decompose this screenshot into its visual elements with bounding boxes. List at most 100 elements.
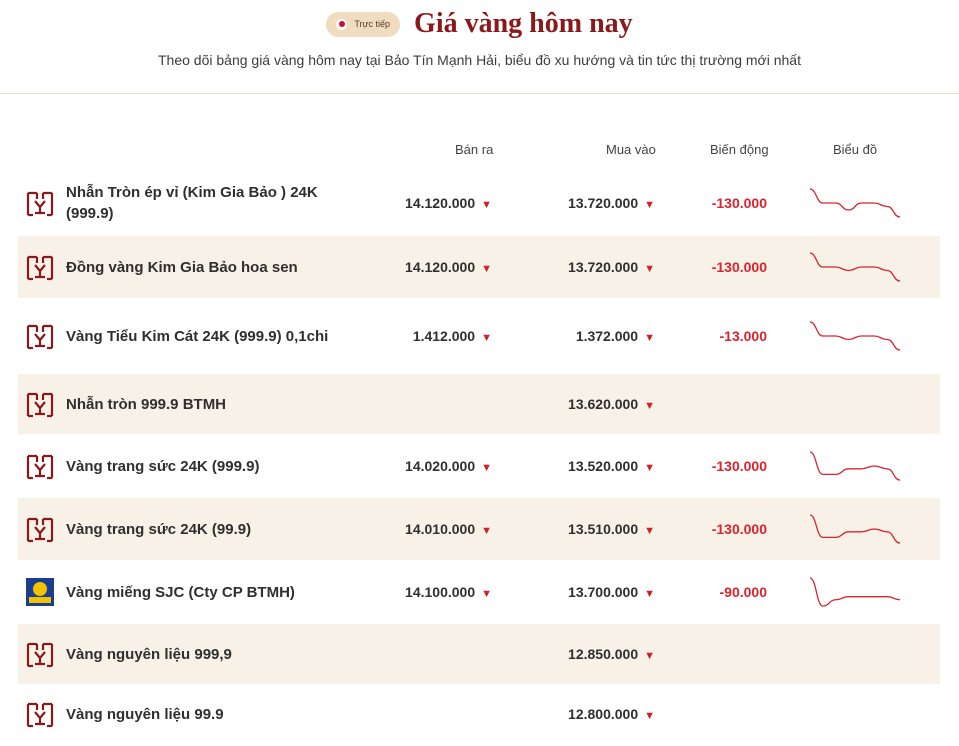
sell-price: 14.120.000 ▼ — [405, 195, 492, 211]
column-header-buy: Mua vào — [606, 142, 656, 157]
table-row[interactable]: Đồng vàng Kim Gia Bảo hoa sen 14.120.000 ▼… — [18, 236, 940, 298]
down-triangle-icon: ▼ — [644, 650, 655, 662]
sparkline-chart — [809, 252, 901, 282]
down-triangle-icon: ▼ — [644, 462, 655, 474]
buy-price-value: 13.720.000 — [568, 195, 639, 211]
sell-price-value: 14.120.000 — [405, 195, 476, 211]
table-header: Bán ra Mua vào Biến động Biểu đồ — [18, 130, 940, 170]
sparkline-chart — [809, 451, 901, 481]
btmh-logo-icon — [26, 640, 54, 668]
table-row[interactable]: Nhẫn tròn 999.9 BTMH 13.620.000 ▼ — [18, 374, 940, 434]
table-row[interactable]: Vàng trang sức 24K (99.9) 14.010.000 ▼ 13.5… — [18, 498, 940, 560]
sparkline-chart — [809, 514, 901, 544]
page-title: Giá vàng hôm nay — [414, 8, 633, 39]
sparkline-path — [809, 188, 901, 218]
product-name: Vàng trang sức 24K (999.9) — [66, 457, 260, 475]
down-triangle-icon: ▼ — [644, 199, 655, 211]
page-subtitle: Theo dõi bảng giá vàng hôm nay tại Bảo T… — [158, 52, 801, 68]
down-triangle-icon: ▼ — [644, 400, 655, 412]
sell-price: 14.120.000 ▼ — [405, 259, 492, 275]
down-triangle-icon: ▼ — [481, 525, 492, 537]
table-body: Nhẫn Tròn ép vỉ (Kim Gia Bảo ) 24K (999.… — [18, 170, 940, 744]
buy-price-value: 12.850.000 — [568, 646, 639, 662]
title-row: Trực tiếp Giá vàng hôm nay — [0, 8, 959, 40]
buy-price: 13.510.000 ▼ — [568, 521, 655, 537]
product-name: Vàng trang sức 24K (99.9) — [66, 520, 252, 538]
buy-price: 13.700.000 ▼ — [568, 584, 655, 600]
live-badge[interactable]: Trực tiếp — [326, 11, 401, 37]
sparkline-path — [809, 321, 901, 351]
buy-price: 12.850.000 ▼ — [568, 646, 655, 662]
btmh-logo-icon — [26, 189, 54, 217]
buy-price-value: 12.800.000 — [568, 706, 639, 722]
table-row[interactable]: Vàng nguyên liệu 99.9 12.800.000 ▼ — [18, 684, 940, 744]
sell-price: 1.412.000 ▼ — [413, 328, 492, 344]
page-header: Trực tiếp Giá vàng hôm nay Theo dõi bảng… — [0, 0, 959, 94]
down-triangle-icon: ▼ — [481, 332, 492, 344]
buy-price-value: 13.520.000 — [568, 458, 639, 474]
sparkline-path — [809, 514, 901, 544]
down-triangle-icon: ▼ — [644, 332, 655, 344]
table-row[interactable]: Vàng Tiểu Kim Cát 24K (999.9) 0,1chi 1.41… — [18, 298, 940, 374]
sell-price-value: 14.100.000 — [405, 584, 476, 600]
sparkline-path — [809, 451, 901, 481]
price-change: -13.000 — [719, 328, 767, 344]
product-name: Vàng Tiểu Kim Cát 24K (999.9) 0,1chi — [66, 327, 329, 345]
product-name: Nhẫn tròn 999.9 BTMH — [66, 395, 227, 413]
buy-price-value: 1.372.000 — [575, 328, 639, 344]
down-triangle-icon: ▼ — [481, 199, 492, 211]
buy-price-value: 13.700.000 — [568, 584, 639, 600]
btmh-logo-icon — [26, 390, 54, 418]
sparkline-path — [809, 577, 901, 607]
table-row[interactable]: Vàng miếng SJC (Cty CP BTMH) 14.100.000 ▼ 1… — [18, 560, 940, 624]
sjc-logo-icon — [26, 578, 54, 606]
sell-price-value: 14.020.000 — [405, 458, 476, 474]
table-row[interactable]: Vàng nguyên liệu 999,9 12.850.000 ▼ — [18, 624, 940, 684]
btmh-logo-icon — [26, 322, 54, 350]
btmh-logo-icon — [26, 253, 54, 281]
live-dot-icon — [336, 18, 348, 30]
column-header-change: Biến động — [710, 142, 769, 157]
down-triangle-icon: ▼ — [481, 588, 492, 600]
sell-price: 14.010.000 ▼ — [405, 521, 492, 537]
buy-price: 13.620.000 ▼ — [568, 396, 655, 412]
price-change: -130.000 — [711, 521, 767, 537]
sparkline-chart — [809, 321, 901, 351]
down-triangle-icon: ▼ — [644, 525, 655, 537]
down-triangle-icon: ▼ — [481, 263, 492, 275]
buy-price-value: 13.620.000 — [568, 396, 639, 412]
sell-price-value: 14.010.000 — [405, 521, 476, 537]
down-triangle-icon: ▼ — [644, 263, 655, 275]
product-name: Nhẫn Tròn ép vỉ (Kim Gia Bảo ) 24K (999.… — [66, 184, 318, 222]
price-change: -90.000 — [719, 584, 767, 600]
product-name: Đồng vàng Kim Gia Bảo hoa sen — [66, 258, 298, 276]
buy-price-value: 13.720.000 — [568, 259, 639, 275]
buy-price: 1.372.000 ▼ — [576, 328, 655, 344]
table-row[interactable]: Nhẫn Tròn ép vỉ (Kim Gia Bảo ) 24K (999.… — [18, 170, 940, 236]
product-name: Vàng miếng SJC (Cty CP BTMH) — [66, 583, 295, 601]
buy-price: 13.720.000 ▼ — [568, 195, 655, 211]
product-name: Vàng nguyên liệu 999,9 — [66, 645, 232, 663]
sparkline-chart — [809, 188, 901, 218]
sell-price: 14.100.000 ▼ — [405, 584, 492, 600]
product-name: Vàng nguyên liệu 99.9 — [66, 705, 224, 723]
btmh-logo-icon — [26, 515, 54, 543]
sell-price: 14.020.000 ▼ — [405, 458, 492, 474]
gold-price-table: Bán ra Mua vào Biến động Biểu đồ Nhẫn Tr… — [18, 130, 940, 744]
down-triangle-icon: ▼ — [644, 588, 655, 600]
price-change: -130.000 — [711, 195, 767, 211]
column-header-sell: Bán ra — [455, 142, 494, 157]
price-change: -130.000 — [711, 458, 767, 474]
sparkline-chart — [809, 577, 901, 607]
live-label: Trực tiếp — [354, 19, 391, 29]
buy-price: 13.720.000 ▼ — [568, 259, 655, 275]
buy-price: 13.520.000 ▼ — [568, 458, 655, 474]
down-triangle-icon: ▼ — [481, 462, 492, 474]
buy-price-value: 13.510.000 — [568, 521, 639, 537]
table-row[interactable]: Vàng trang sức 24K (999.9) 14.020.000 ▼ 13.… — [18, 434, 940, 498]
btmh-logo-icon — [26, 452, 54, 480]
btmh-logo-icon — [26, 700, 54, 728]
buy-price: 12.800.000 ▼ — [568, 706, 655, 722]
sparkline-path — [809, 252, 901, 282]
sell-price-value: 14.120.000 — [405, 259, 476, 275]
